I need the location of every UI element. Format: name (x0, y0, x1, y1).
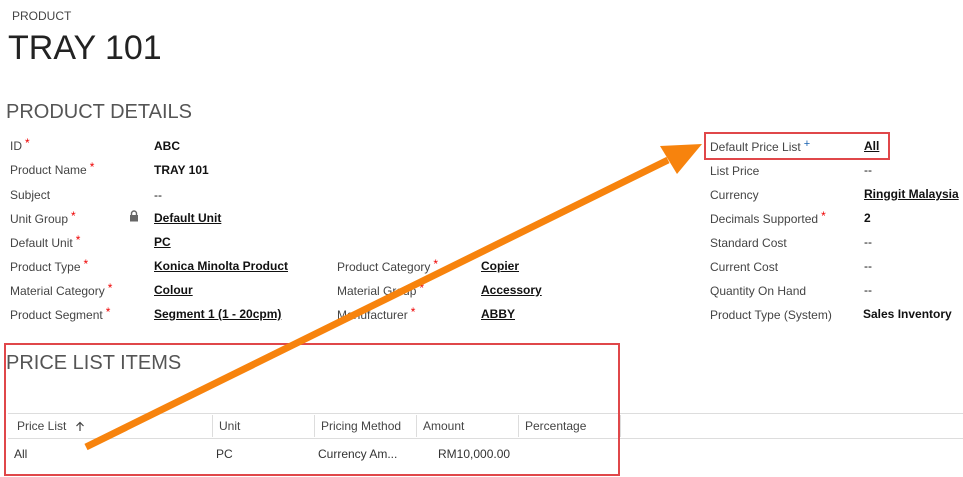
annotation-arrow-icon (84, 144, 702, 451)
